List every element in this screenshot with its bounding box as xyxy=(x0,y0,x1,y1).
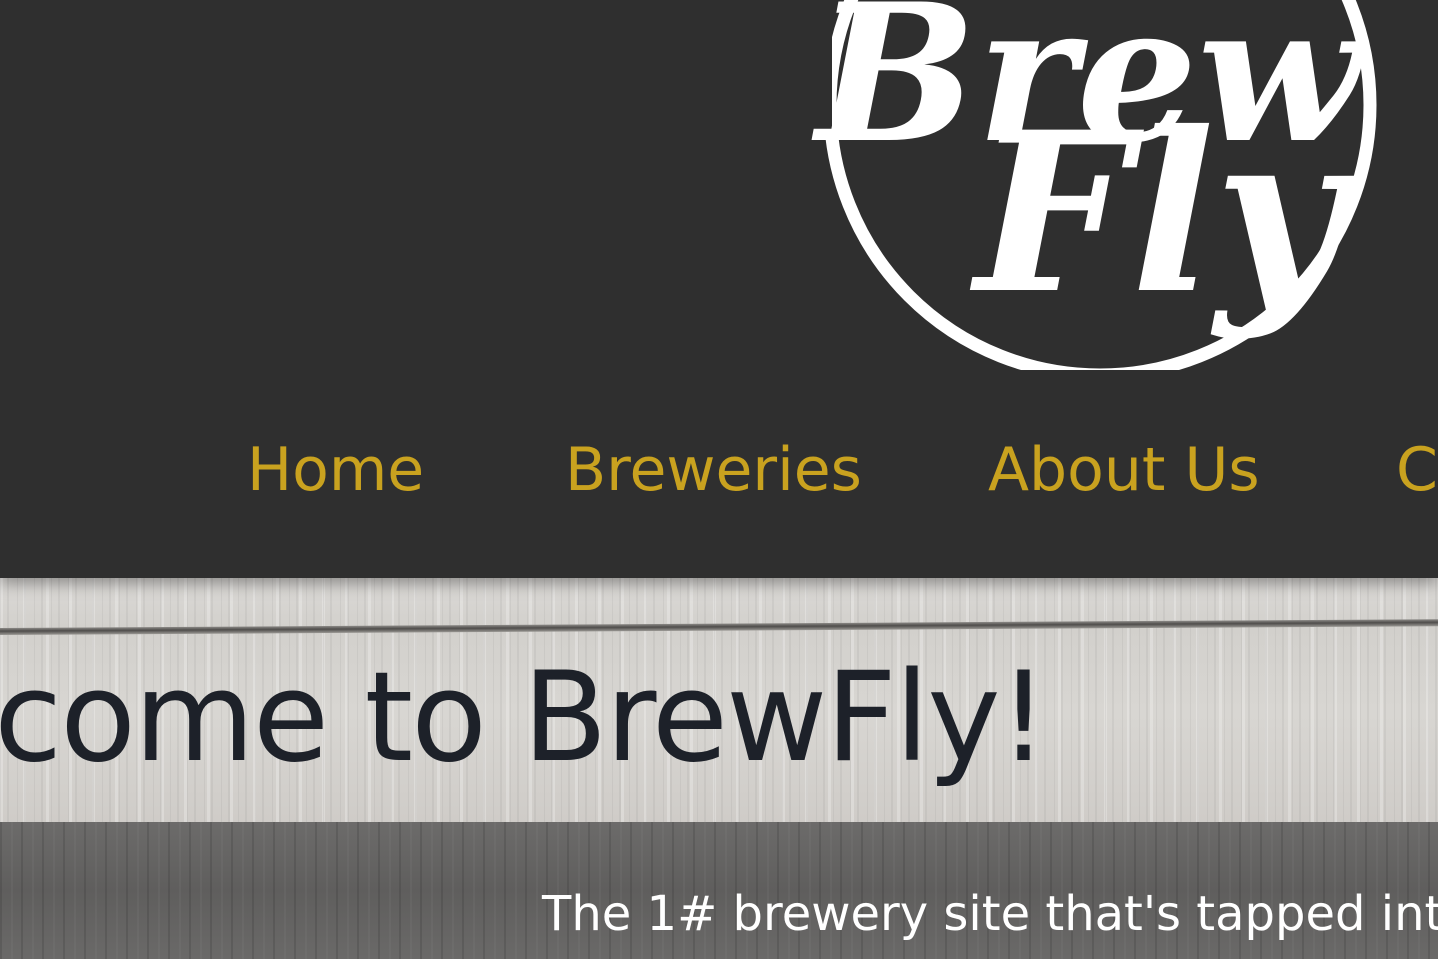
logo-word-fly: Fly xyxy=(969,83,1356,342)
nav-link-contact[interactable]: C xyxy=(1396,430,1438,510)
wood-plank-seam xyxy=(0,619,1438,635)
site-header: Brew Fly Home Breweries About Us C xyxy=(0,0,1438,578)
page: Brew Fly Home Breweries About Us C come … xyxy=(0,0,1438,959)
tagline-strip: The 1# brewery site that's tapped int xyxy=(0,822,1438,959)
tagline-text: The 1# brewery site that's tapped int xyxy=(542,886,1438,942)
nav-link-home[interactable]: Home xyxy=(247,430,424,510)
main-nav: Home Breweries About Us C xyxy=(0,430,1438,510)
nav-link-breweries[interactable]: Breweries xyxy=(565,430,862,510)
hero-title: come to BrewFly! xyxy=(0,646,1048,790)
hero-banner: come to BrewFly! xyxy=(0,578,1438,822)
nav-link-about-us[interactable]: About Us xyxy=(988,430,1260,510)
brewfly-logo[interactable]: Brew Fly xyxy=(800,0,1400,370)
